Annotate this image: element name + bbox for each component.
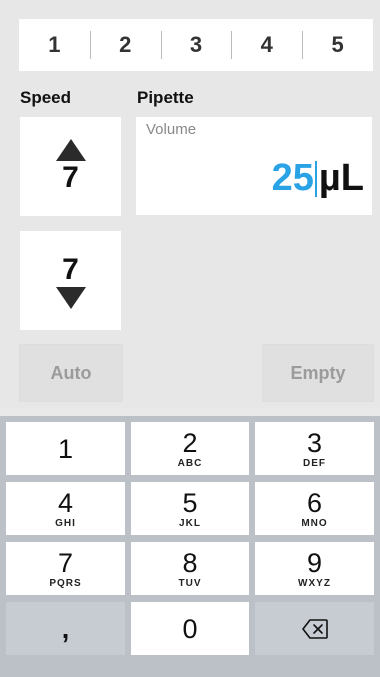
empty-button[interactable]: Empty xyxy=(262,344,374,402)
key-3[interactable]: 3 DEF xyxy=(255,422,374,475)
speed-up-value: 7 xyxy=(62,160,79,194)
volume-label: Volume xyxy=(146,121,197,138)
key-digit: 0 xyxy=(182,613,198,644)
volume-value: 25 µL xyxy=(272,157,364,200)
key-1[interactable]: 1 xyxy=(6,422,125,475)
key-letters: GHI xyxy=(55,517,76,529)
backspace-icon xyxy=(301,618,328,639)
key-letters: TUV xyxy=(178,577,202,589)
key-6[interactable]: 6 MNO xyxy=(255,482,374,535)
key-digit: 2 xyxy=(182,427,198,458)
key-4[interactable]: 4 GHI xyxy=(6,482,125,535)
key-2[interactable]: 2 ABC xyxy=(131,422,249,475)
speed-label: Speed xyxy=(20,88,72,107)
tab-2[interactable]: 2 xyxy=(89,19,161,71)
key-7[interactable]: 7 PQRS xyxy=(6,542,125,595)
speed-down-value: 7 xyxy=(62,252,79,286)
key-digit: 3 xyxy=(306,427,323,458)
key-digit: 6 xyxy=(306,487,323,518)
channel-tabs: 1 2 3 4 5 xyxy=(19,19,373,71)
key-decimal[interactable]: , xyxy=(6,602,125,655)
key-digit: 9 xyxy=(306,547,323,578)
key-letters: ABC xyxy=(177,457,203,469)
key-8[interactable]: 8 TUV xyxy=(131,542,249,595)
speed-up-button[interactable]: 7 xyxy=(20,117,121,216)
volume-number: 25 xyxy=(271,157,314,199)
key-0[interactable]: 0 xyxy=(131,602,249,655)
tab-4[interactable]: 4 xyxy=(231,19,302,71)
pipette-label: Pipette xyxy=(137,88,194,107)
speed-down-button[interactable]: 7 xyxy=(20,231,121,330)
tab-3[interactable]: 3 xyxy=(160,19,232,71)
key-letters: WXYZ xyxy=(298,577,331,589)
key-5[interactable]: 5 JKL xyxy=(131,482,249,535)
key-9[interactable]: 9 WXYZ xyxy=(255,542,374,595)
numeric-keypad: 1 2 ABC 3 DEF 4 GHI 5 JKL 6 MNO 7 PQRS 8… xyxy=(0,416,380,677)
key-letters: PQRS xyxy=(49,577,82,589)
backspace-key[interactable] xyxy=(255,602,374,655)
key-digit: 8 xyxy=(182,547,198,578)
volume-field[interactable]: Volume 25 µL xyxy=(136,117,372,215)
key-digit: 7 xyxy=(57,547,74,578)
up-arrow-icon xyxy=(55,138,86,161)
tab-1[interactable]: 1 xyxy=(19,19,90,71)
text-cursor xyxy=(314,160,317,197)
key-letters: MNO xyxy=(301,517,328,529)
key-digit: 4 xyxy=(57,487,74,518)
volume-unit: µL xyxy=(318,157,364,199)
key-letters: JKL xyxy=(179,517,201,529)
down-arrow-icon xyxy=(55,286,86,309)
key-digit: 1 xyxy=(57,433,74,464)
tab-5[interactable]: 5 xyxy=(302,19,373,71)
key-decimal-label: , xyxy=(61,613,70,644)
auto-button[interactable]: Auto xyxy=(19,344,123,402)
pipette-panel: 1 2 3 4 5 Speed Pipette 7 Volume 25 µL 7… xyxy=(0,0,380,408)
key-letters: DEF xyxy=(303,457,326,469)
key-digit: 5 xyxy=(182,487,198,518)
